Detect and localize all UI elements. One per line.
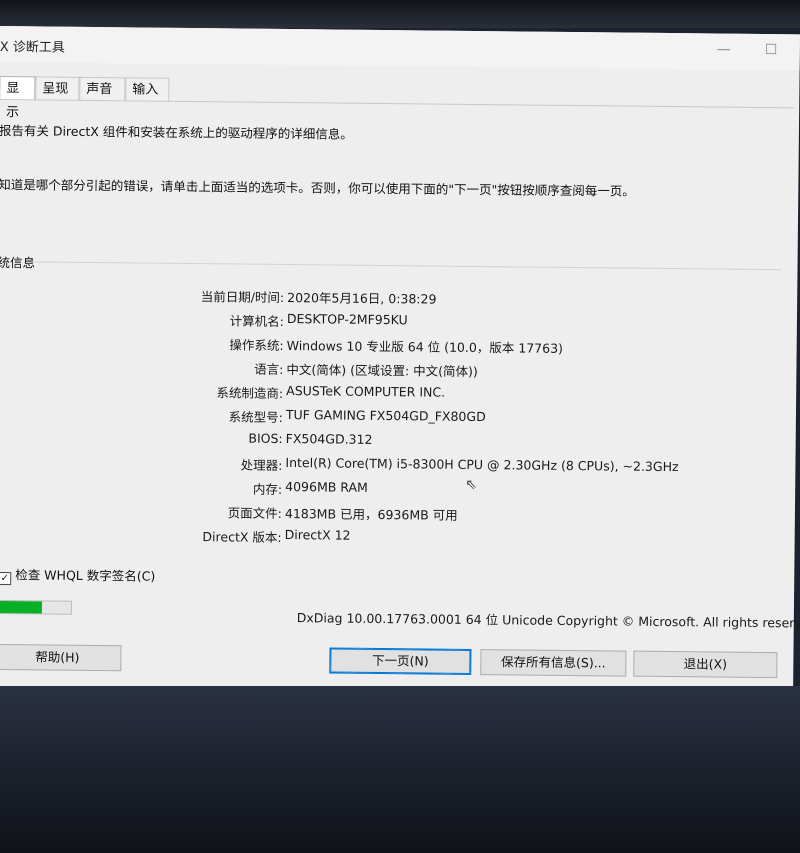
- system-info-label: 页面文件:: [227, 505, 282, 521]
- progress-bar: [0, 599, 72, 615]
- system-info-row: BIOS: FX504GD.312: [0, 428, 796, 456]
- system-info-label: 系统型号:: [228, 409, 283, 425]
- progress-fill: [0, 600, 43, 614]
- system-info-value: Windows 10 专业版 64 位 (10.0，版本 17763): [286, 338, 564, 356]
- system-info-row: 系统型号: TUF GAMING FX504GD_FX80GD: [0, 404, 796, 432]
- system-info-value: Intel(R) Core(TM) i5-8300H CPU @ 2.30GHz…: [285, 455, 679, 475]
- system-info-row: 处理器: Intel(R) Core(TM) i5-8300H CPU @ 2.3…: [0, 452, 795, 480]
- system-info-value: DESKTOP-2MF95KU: [286, 311, 408, 328]
- tab-panel-border: [0, 98, 795, 109]
- system-info-value: 中文(简体) (区域设置: 中文(简体)): [286, 362, 478, 380]
- system-info-row: DirectX 版本: DirectX 12: [0, 524, 795, 552]
- whql-checkbox-label: 检查 WHQL 数字签名(C): [15, 567, 156, 584]
- system-info-label: 语言:: [254, 361, 284, 377]
- desk-background: [0, 686, 800, 853]
- system-info-row: 页面文件: 4183MB 已用，6936MB 可用: [0, 500, 795, 528]
- help-button[interactable]: 帮助(H): [0, 643, 122, 672]
- pointer-cursor-icon: ⇖: [465, 476, 478, 494]
- monitor-bezel: [0, 0, 800, 28]
- tab-render[interactable]: 呈现: [35, 76, 80, 101]
- system-info-label: 计算机名:: [229, 313, 284, 329]
- title-bar: X 诊断工具 — ☐: [0, 26, 800, 71]
- system-info-label: 操作系统:: [229, 337, 284, 353]
- system-info-row: 语言: 中文(简体) (区域设置: 中文(简体)): [0, 356, 797, 384]
- dxdiag-window: X 诊断工具 — ☐ 显示 呈现 声音 输入 报告有关 DirectX 组件和安…: [0, 26, 800, 695]
- system-info-row: 当前日期/时间: 2020年5月16日, 0:38:29: [0, 284, 797, 312]
- system-info-value: DirectX 12: [284, 527, 351, 543]
- system-info-group-border: [31, 261, 782, 271]
- description-line-2: 知道是哪个部分引起的错误，请单击上面适当的选项卡。否则，你可以使用下面的"下一页…: [0, 176, 635, 199]
- system-info-label: 处理器:: [240, 457, 283, 473]
- tab-display[interactable]: 显示: [0, 75, 36, 120]
- system-info-row: 操作系统: Windows 10 专业版 64 位 (10.0，版本 17763): [0, 332, 797, 360]
- whql-checkbox-row[interactable]: ✓ 检查 WHQL 数字签名(C): [0, 564, 155, 587]
- minimize-button[interactable]: —: [717, 42, 731, 58]
- system-info-row: 系统制造商: ASUSTeK COMPUTER INC.: [0, 380, 796, 408]
- system-info-row: 计算机名: DESKTOP-2MF95KU: [0, 308, 797, 336]
- system-info-value: 4096MB RAM: [285, 479, 368, 495]
- whql-checkbox[interactable]: ✓: [0, 572, 12, 586]
- save-all-info-button[interactable]: 保存所有信息(S)...: [480, 649, 627, 677]
- system-info-group-label: 统信息: [0, 254, 36, 271]
- system-info-value: 2020年5月16日, 0:38:29: [287, 290, 437, 307]
- window-title: X 诊断工具: [0, 39, 65, 56]
- tab-input[interactable]: 输入: [125, 77, 170, 102]
- system-info-label: 当前日期/时间:: [200, 289, 285, 305]
- system-info-label: BIOS:: [248, 430, 283, 446]
- description-line-1: 报告有关 DirectX 组件和安装在系统上的驱动程序的详细信息。: [0, 122, 353, 142]
- system-info-value: ASUSTeK COMPUTER INC.: [286, 383, 446, 400]
- system-info-label: 系统制造商:: [216, 385, 284, 401]
- system-info-label: 内存:: [252, 481, 283, 497]
- system-info-row: 内存: 4096MB RAM: [0, 476, 795, 504]
- version-copyright-text: DxDiag 10.00.17763.0001 64 位 Unicode Cop…: [296, 610, 800, 631]
- system-info-value: TUF GAMING FX504GD_FX80GD: [285, 407, 486, 425]
- system-info-value: 4183MB 已用，6936MB 可用: [284, 506, 458, 523]
- system-info-value: FX504GD.312: [285, 431, 373, 447]
- maximize-button[interactable]: ☐: [765, 42, 778, 58]
- exit-button[interactable]: 退出(X): [633, 650, 778, 679]
- system-info-label: DirectX 版本:: [202, 529, 282, 545]
- tab-sound[interactable]: 声音: [79, 76, 126, 102]
- next-page-button[interactable]: 下一页(N): [329, 647, 472, 675]
